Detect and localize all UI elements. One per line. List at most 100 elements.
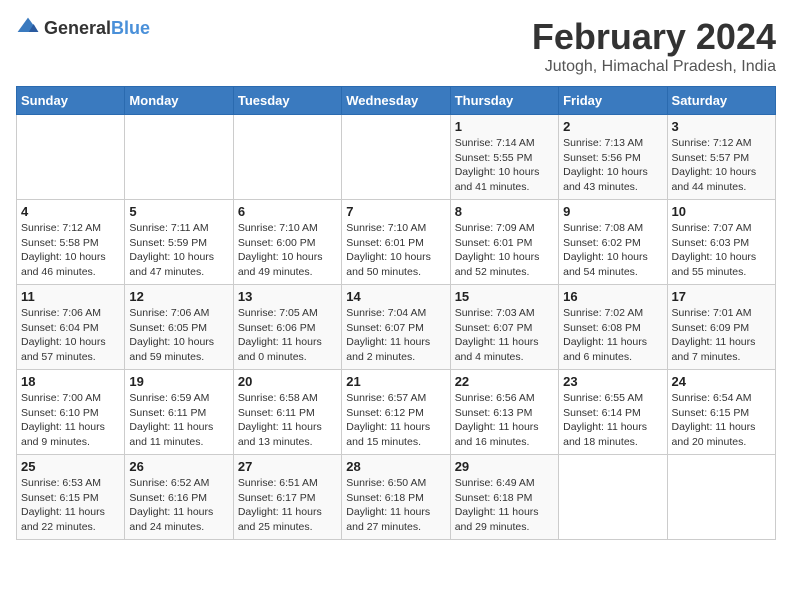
logo-icon [16, 16, 40, 40]
day-number: 11 [21, 289, 120, 304]
page-header: GeneralBlue February 2024 Jutogh, Himach… [16, 16, 776, 76]
day-detail: Sunrise: 6:53 AMSunset: 6:15 PMDaylight:… [21, 476, 120, 535]
calendar-day-cell: 14 Sunrise: 7:04 AMSunset: 6:07 PMDayligh… [342, 285, 450, 370]
calendar-day-cell: 15Sunrise: 7:03 AMSunset: 6:07 PMDayligh… [450, 285, 558, 370]
day-detail: Sunrise: 6:59 AMSunset: 6:11 PMDaylight:… [129, 391, 228, 450]
calendar-day-cell: 12 Sunrise: 7:06 AMSunset: 6:05 PMDayligh… [125, 285, 233, 370]
day-detail: Sunrise: 7:10 AMSunset: 6:01 PMDaylight:… [346, 221, 445, 280]
calendar-day-cell: 5 Sunrise: 7:11 AMSunset: 5:59 PMDaylight… [125, 200, 233, 285]
day-detail: Sunrise: 7:12 AMSunset: 5:57 PMDaylight:… [672, 136, 771, 195]
day-number: 4 [21, 204, 120, 219]
day-detail: Sunrise: 7:09 AMSunset: 6:01 PMDaylight:… [455, 221, 554, 280]
day-detail: Sunrise: 7:08 AMSunset: 6:02 PMDaylight:… [563, 221, 662, 280]
day-number: 14 [346, 289, 445, 304]
calendar-day-cell: 9Sunrise: 7:08 AMSunset: 6:02 PMDaylight… [559, 200, 667, 285]
calendar-day-cell [559, 455, 667, 540]
calendar-day-cell: 22 Sunrise: 6:56 AMSunset: 6:13 PMDayligh… [450, 370, 558, 455]
calendar-day-cell: 3Sunrise: 7:12 AMSunset: 5:57 PMDaylight… [667, 115, 775, 200]
calendar-day-cell [233, 115, 341, 200]
day-number: 10 [672, 204, 771, 219]
day-number: 23 [563, 374, 662, 389]
location-subtitle: Jutogh, Himachal Pradesh, India [532, 58, 776, 76]
day-number: 19 [129, 374, 228, 389]
day-number: 29 [455, 459, 554, 474]
weekday-header-thursday: Thursday [450, 87, 558, 115]
day-number: 5 [129, 204, 228, 219]
calendar-day-cell: 29Sunrise: 6:49 AMSunset: 6:18 PMDayligh… [450, 455, 558, 540]
day-detail: Sunrise: 6:55 AMSunset: 6:14 PMDaylight:… [563, 391, 662, 450]
day-number: 15 [455, 289, 554, 304]
calendar-table: SundayMondayTuesdayWednesdayThursdayFrid… [16, 86, 776, 540]
calendar-day-cell [342, 115, 450, 200]
calendar-week-row: 4 Sunrise: 7:12 AMSunset: 5:58 PMDaylight… [17, 200, 776, 285]
day-detail: Sunrise: 6:56 AMSunset: 6:13 PMDaylight:… [455, 391, 554, 450]
day-number: 27 [238, 459, 337, 474]
day-number: 2 [563, 119, 662, 134]
calendar-day-cell: 6 Sunrise: 7:10 AMSunset: 6:00 PMDaylight… [233, 200, 341, 285]
day-number: 25 [21, 459, 120, 474]
calendar-week-row: 11Sunrise: 7:06 AMSunset: 6:04 PMDayligh… [17, 285, 776, 370]
day-detail: Sunrise: 7:00 AMSunset: 6:10 PMDaylight:… [21, 391, 120, 450]
calendar-day-cell [17, 115, 125, 200]
weekday-header-monday: Monday [125, 87, 233, 115]
calendar-day-cell: 4 Sunrise: 7:12 AMSunset: 5:58 PMDaylight… [17, 200, 125, 285]
weekday-header-saturday: Saturday [667, 87, 775, 115]
day-number: 22 [455, 374, 554, 389]
weekday-header-tuesday: Tuesday [233, 87, 341, 115]
day-number: 17 [672, 289, 771, 304]
logo: GeneralBlue [16, 16, 150, 40]
day-number: 24 [672, 374, 771, 389]
day-number: 18 [21, 374, 120, 389]
day-detail: Sunrise: 7:07 AMSunset: 6:03 PMDaylight:… [672, 221, 771, 280]
calendar-day-cell: 18 Sunrise: 7:00 AMSunset: 6:10 PMDayligh… [17, 370, 125, 455]
day-number: 6 [238, 204, 337, 219]
day-number: 13 [238, 289, 337, 304]
calendar-day-cell: 21 Sunrise: 6:57 AMSunset: 6:12 PMDayligh… [342, 370, 450, 455]
day-number: 12 [129, 289, 228, 304]
day-detail: Sunrise: 6:57 AMSunset: 6:12 PMDaylight:… [346, 391, 445, 450]
day-number: 28 [346, 459, 445, 474]
calendar-day-cell: 25 Sunrise: 6:53 AMSunset: 6:15 PMDayligh… [17, 455, 125, 540]
day-number: 21 [346, 374, 445, 389]
day-detail: Sunrise: 6:52 AMSunset: 6:16 PMDaylight:… [129, 476, 228, 535]
day-number: 16 [563, 289, 662, 304]
day-detail: Sunrise: 7:14 AMSunset: 5:55 PMDaylight:… [455, 136, 554, 195]
day-detail: Sunrise: 6:50 AMSunset: 6:18 PMDaylight:… [346, 476, 445, 535]
calendar-day-cell: 20Sunrise: 6:58 AMSunset: 6:11 PMDayligh… [233, 370, 341, 455]
calendar-day-cell: 28 Sunrise: 6:50 AMSunset: 6:18 PMDayligh… [342, 455, 450, 540]
calendar-day-cell: 1 Sunrise: 7:14 AMSunset: 5:55 PMDaylight… [450, 115, 558, 200]
calendar-week-row: 1 Sunrise: 7:14 AMSunset: 5:55 PMDaylight… [17, 115, 776, 200]
day-detail: Sunrise: 7:06 AMSunset: 6:05 PMDaylight:… [129, 306, 228, 365]
day-detail: Sunrise: 7:11 AMSunset: 5:59 PMDaylight:… [129, 221, 228, 280]
day-detail: Sunrise: 7:12 AMSunset: 5:58 PMDaylight:… [21, 221, 120, 280]
day-detail: Sunrise: 7:01 AMSunset: 6:09 PMDaylight:… [672, 306, 771, 365]
logo-text-general: General [44, 18, 111, 38]
day-number: 26 [129, 459, 228, 474]
weekday-header-row: SundayMondayTuesdayWednesdayThursdayFrid… [17, 87, 776, 115]
calendar-day-cell: 13 Sunrise: 7:05 AMSunset: 6:06 PMDayligh… [233, 285, 341, 370]
calendar-day-cell: 27 Sunrise: 6:51 AMSunset: 6:17 PMDayligh… [233, 455, 341, 540]
month-year-title: February 2024 [532, 16, 776, 58]
day-detail: Sunrise: 6:51 AMSunset: 6:17 PMDaylight:… [238, 476, 337, 535]
weekday-header-wednesday: Wednesday [342, 87, 450, 115]
day-detail: Sunrise: 7:13 AMSunset: 5:56 PMDaylight:… [563, 136, 662, 195]
day-detail: Sunrise: 7:05 AMSunset: 6:06 PMDaylight:… [238, 306, 337, 365]
calendar-day-cell [667, 455, 775, 540]
title-area: February 2024 Jutogh, Himachal Pradesh, … [532, 16, 776, 76]
calendar-day-cell [125, 115, 233, 200]
day-detail: Sunrise: 7:04 AMSunset: 6:07 PMDaylight:… [346, 306, 445, 365]
day-number: 8 [455, 204, 554, 219]
calendar-day-cell: 11Sunrise: 7:06 AMSunset: 6:04 PMDayligh… [17, 285, 125, 370]
calendar-week-row: 25 Sunrise: 6:53 AMSunset: 6:15 PMDayligh… [17, 455, 776, 540]
calendar-week-row: 18 Sunrise: 7:00 AMSunset: 6:10 PMDayligh… [17, 370, 776, 455]
calendar-day-cell: 2 Sunrise: 7:13 AMSunset: 5:56 PMDaylight… [559, 115, 667, 200]
calendar-day-cell: 24Sunrise: 6:54 AMSunset: 6:15 PMDayligh… [667, 370, 775, 455]
day-detail: Sunrise: 7:10 AMSunset: 6:00 PMDaylight:… [238, 221, 337, 280]
calendar-day-cell: 7 Sunrise: 7:10 AMSunset: 6:01 PMDaylight… [342, 200, 450, 285]
day-number: 1 [455, 119, 554, 134]
day-detail: Sunrise: 6:58 AMSunset: 6:11 PMDaylight:… [238, 391, 337, 450]
weekday-header-friday: Friday [559, 87, 667, 115]
logo-text-blue: Blue [111, 18, 150, 38]
day-number: 7 [346, 204, 445, 219]
weekday-header-sunday: Sunday [17, 87, 125, 115]
